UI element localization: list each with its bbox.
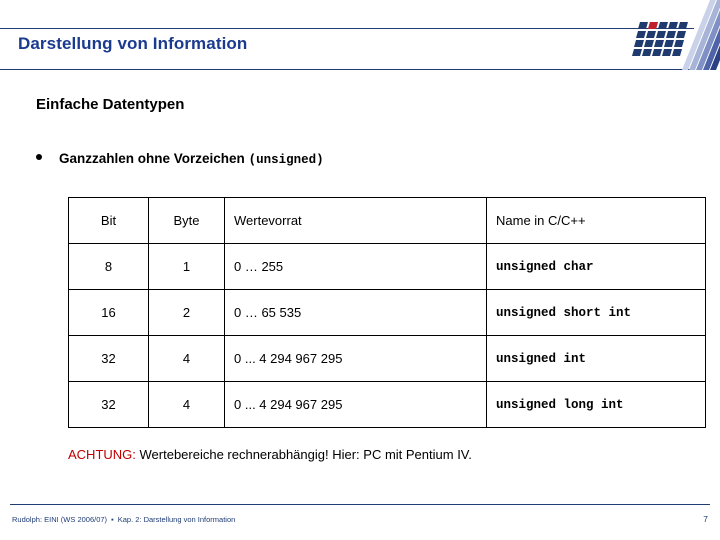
cell-name: unsigned char <box>486 243 706 290</box>
table-row: 32 4 0 ... 4 294 967 295 unsigned long i… <box>68 381 706 428</box>
column-header-name: Name in C/C++ <box>486 197 706 244</box>
section-heading: Einfache Datentypen <box>36 96 185 113</box>
title-rule-top <box>0 28 694 29</box>
university-grid-logo-icon <box>624 0 720 70</box>
warning-note: ACHTUNG: Wertebereiche rechnerabhängig! … <box>68 447 472 462</box>
cell-range: 0 … 255 <box>224 243 487 290</box>
cell-name: unsigned long int <box>486 381 706 428</box>
cell-byte: 4 <box>148 335 225 382</box>
title-rule-bottom <box>0 69 694 70</box>
cell-range: 0 ... 4 294 967 295 <box>224 335 487 382</box>
footer-text: Rudolph: EINI (WS 2006/07) ▪ Kap. 2: Darst… <box>12 515 235 524</box>
table-row: 16 2 0 … 65 535 unsigned short int <box>68 289 706 336</box>
column-header-range: Wertevorrat <box>224 197 487 244</box>
cell-byte: 4 <box>148 381 225 428</box>
cell-bit: 8 <box>68 243 149 290</box>
footer-rule <box>10 504 710 505</box>
table-header-row: Bit Byte Wertevorrat Name in C/C++ <box>68 197 706 244</box>
datatypes-table: Bit Byte Wertevorrat Name in C/C++ 8 1 0… <box>68 197 706 428</box>
footer-separator-icon: ▪ <box>111 515 114 524</box>
bullet-item: Ganzzahlen ohne Vorzeichen (unsigned) <box>36 151 324 167</box>
column-header-bit: Bit <box>68 197 149 244</box>
warning-body: Wertebereiche rechnerabhängig! Hier: PC … <box>135 447 472 462</box>
bullet-dot-icon <box>36 154 42 160</box>
column-header-byte: Byte <box>148 197 225 244</box>
bullet-text: Ganzzahlen ohne Vorzeichen (unsigned) <box>59 151 324 167</box>
cell-name: unsigned short int <box>486 289 706 336</box>
cell-bit: 32 <box>68 335 149 382</box>
cell-bit: 16 <box>68 289 149 336</box>
cell-byte: 1 <box>148 243 225 290</box>
cell-range: 0 … 65 535 <box>224 289 487 336</box>
cell-bit: 32 <box>68 381 149 428</box>
bullet-mono-suffix: (unsigned) <box>248 153 324 167</box>
table-row: 32 4 0 ... 4 294 967 295 unsigned int <box>68 335 706 382</box>
cell-byte: 2 <box>148 289 225 336</box>
table-row: 8 1 0 … 255 unsigned char <box>68 243 706 290</box>
page-title: Darstellung von Information <box>18 34 248 53</box>
page-number: 7 <box>703 514 708 524</box>
bullet-label: Ganzzahlen ohne Vorzeichen <box>59 151 245 166</box>
footer-chapter: Kap. 2: Darstellung von Information <box>117 515 236 524</box>
warning-label: ACHTUNG: <box>68 447 136 462</box>
cell-name: unsigned int <box>486 335 706 382</box>
cell-range: 0 ... 4 294 967 295 <box>224 381 487 428</box>
title-band: Darstellung von Information <box>0 28 720 70</box>
footer-course: Rudolph: EINI (WS 2006/07) <box>12 515 108 524</box>
slide: Darstellung von Information Einfache Dat… <box>0 0 720 540</box>
